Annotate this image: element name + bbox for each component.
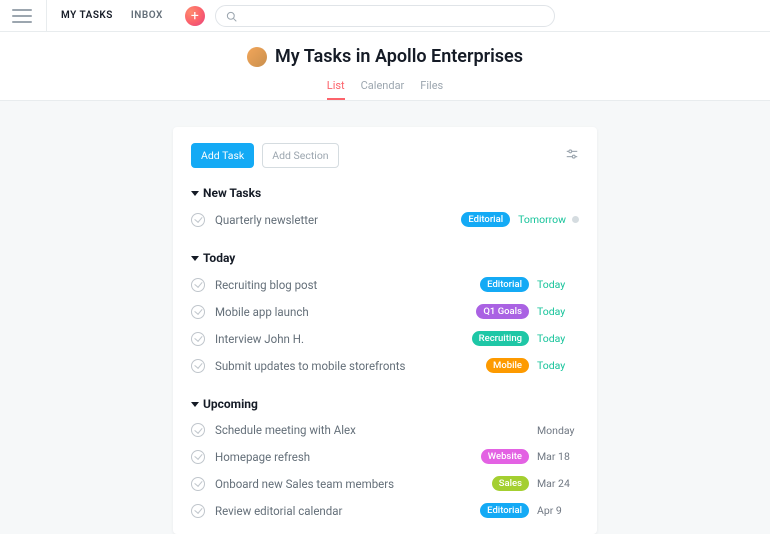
task-row[interactable]: Quarterly newsletter Editorial Tomorrow (191, 206, 579, 233)
complete-check-icon[interactable] (191, 305, 205, 319)
task-row[interactable]: Mobile app launch Q1 Goals Today (191, 298, 579, 325)
hamburger-icon[interactable] (12, 9, 32, 23)
task-title: Schedule meeting with Alex (215, 423, 356, 437)
complete-check-icon[interactable] (191, 504, 205, 518)
task-title: Recruiting blog post (215, 278, 317, 292)
task-tag[interactable]: Sales (492, 476, 529, 491)
nav-inbox[interactable]: INBOX (131, 10, 163, 21)
search-input[interactable] (215, 5, 555, 27)
new-task-plus-button[interactable]: + (185, 6, 205, 26)
topbar: MY TASKS INBOX + (0, 0, 770, 32)
nav-my-tasks[interactable]: MY TASKS (61, 10, 113, 21)
task-row[interactable]: Recruiting blog post Editorial Today (191, 271, 579, 298)
task-date: Today (537, 332, 579, 345)
task-date: Monday (537, 424, 579, 437)
section-header[interactable]: New Tasks (191, 186, 579, 200)
panel-actions: Add Task Add Section (191, 143, 579, 168)
task-date: Today (537, 359, 579, 372)
search-container (215, 5, 555, 27)
page-title: My Tasks in Apollo Enterprises (275, 46, 523, 67)
task-row[interactable]: Schedule meeting with Alex Monday (191, 417, 579, 443)
section-title: New Tasks (203, 186, 261, 200)
task-tag[interactable]: Editorial (480, 503, 529, 518)
complete-check-icon[interactable] (191, 477, 205, 491)
task-row[interactable]: Homepage refresh Website Mar 18 (191, 443, 579, 470)
section-header[interactable]: Today (191, 251, 579, 265)
task-tag[interactable]: Recruiting (472, 331, 529, 346)
task-tag[interactable]: Editorial (461, 212, 510, 227)
section-new-tasks: New Tasks Quarterly newsletter Editorial To… (191, 186, 579, 233)
task-tag[interactable]: Editorial (480, 277, 529, 292)
complete-check-icon[interactable] (191, 213, 205, 227)
filter-icon[interactable] (565, 146, 579, 165)
task-tag[interactable]: Q1 Goals (476, 304, 529, 319)
complete-check-icon[interactable] (191, 450, 205, 464)
task-title: Onboard new Sales team members (215, 477, 394, 491)
complete-check-icon[interactable] (191, 423, 205, 437)
status-dot-icon (572, 216, 579, 223)
task-title: Review editorial calendar (215, 504, 342, 518)
page-header: My Tasks in Apollo Enterprises List Cale… (0, 32, 770, 101)
task-date: Apr 9 (537, 504, 579, 517)
section-today: TodayRecruiting blog postEditorialTodayM… (191, 251, 579, 379)
task-tag[interactable]: Mobile (486, 358, 529, 373)
task-row[interactable]: Onboard new Sales team members Sales Mar 2… (191, 470, 579, 497)
tab-list[interactable]: List (327, 79, 345, 100)
section-title: Today (203, 251, 235, 265)
task-title: Submit updates to mobile storefronts (215, 359, 405, 373)
tab-calendar[interactable]: Calendar (361, 79, 405, 100)
complete-check-icon[interactable] (191, 278, 205, 292)
task-title: Mobile app launch (215, 305, 309, 319)
task-date: Mar 24 (537, 477, 579, 490)
task-panel: Add Task Add Section New Tasks Quarterly … (173, 127, 597, 534)
avatar (247, 47, 267, 67)
task-date: Tomorrow (518, 213, 566, 226)
task-title: Quarterly newsletter (215, 213, 318, 227)
task-row[interactable]: Interview John H. Recruiting Today (191, 325, 579, 352)
section-title: Upcoming (203, 397, 258, 411)
add-section-button[interactable]: Add Section (262, 143, 338, 168)
section-upcoming: Upcoming Schedule meeting with Alex Monday… (191, 397, 579, 524)
task-row[interactable]: Submit updates to mobile storefronts Mobi… (191, 352, 579, 379)
task-title: Homepage refresh (215, 450, 310, 464)
task-date: Mar 18 (537, 450, 579, 463)
task-date: Today (537, 278, 579, 291)
task-tag[interactable]: Website (481, 449, 529, 464)
add-task-button[interactable]: Add Task (191, 143, 254, 168)
view-tabs: List Calendar Files (0, 79, 770, 100)
task-title: Interview John H. (215, 332, 304, 346)
search-icon (226, 11, 237, 22)
task-row[interactable]: Review editorial calendar Editorial Apr 9 (191, 497, 579, 524)
task-date: Today (537, 305, 579, 318)
section-header[interactable]: Upcoming (191, 397, 579, 411)
caret-down-icon (191, 256, 199, 261)
caret-down-icon (191, 402, 199, 407)
complete-check-icon[interactable] (191, 332, 205, 346)
caret-down-icon (191, 191, 199, 196)
divider (46, 0, 47, 32)
tab-files[interactable]: Files (420, 79, 443, 100)
complete-check-icon[interactable] (191, 359, 205, 373)
